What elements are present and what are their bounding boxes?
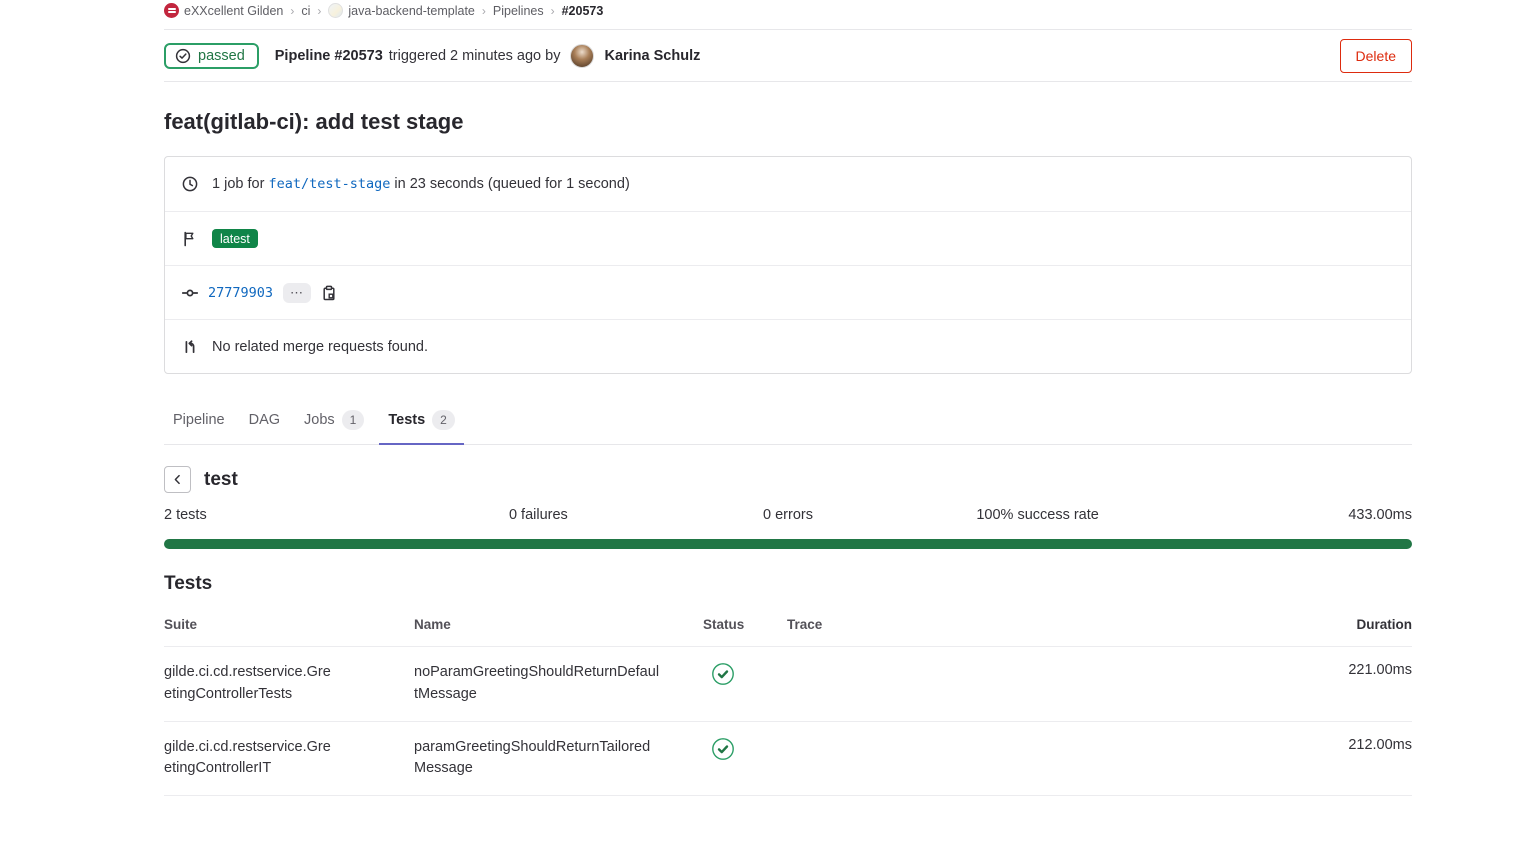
latest-badge-row: latest: [165, 211, 1411, 265]
test-status-passed: [703, 737, 787, 761]
tab-jobs-count-badge: 1: [342, 410, 365, 430]
merge-request-row: No related merge requests found.: [165, 319, 1411, 373]
clipboard-icon: [321, 285, 337, 301]
project-avatar: [328, 3, 343, 18]
commit-icon: [182, 285, 198, 301]
page-title: feat(gitlab-ci): add test stage: [164, 109, 1412, 135]
test-group-title: test: [204, 469, 238, 491]
breadcrumb-pipeline-id: #20573: [562, 4, 604, 18]
pipeline-status-badge[interactable]: passed: [164, 43, 259, 69]
success-rate-bar: [164, 539, 1412, 549]
branch-link[interactable]: feat/test-stage: [268, 176, 390, 192]
trigger-text: triggered 2 minutes ago by: [389, 48, 561, 64]
test-status-passed: [703, 662, 787, 686]
commit-message-toggle-button[interactable]: ⋯: [283, 283, 311, 303]
column-header-suite: Suite: [164, 617, 414, 632]
chevron-left-icon: [171, 473, 184, 486]
copy-commit-sha-button[interactable]: [321, 285, 337, 301]
job-summary-text: 1 job for feat/test-stage in 23 seconds …: [212, 176, 630, 192]
test-summary: 2 tests 0 failures 0 errors 100% success…: [164, 507, 1412, 523]
pipeline-tabs: Pipeline DAG Jobs 1 Tests 2: [164, 399, 1412, 445]
test-duration: 221.00ms: [1282, 662, 1412, 678]
tab-dag[interactable]: DAG: [240, 399, 289, 445]
tab-jobs-label: Jobs: [304, 412, 335, 428]
breadcrumb-project-link[interactable]: java-backend-template: [348, 4, 474, 18]
job-count-text: 1 job for: [212, 176, 264, 192]
column-header-trace: Trace: [787, 617, 1282, 632]
summary-tests: 2 tests: [164, 507, 414, 523]
test-name: paramGreetingShouldReturnTailoredMessage: [414, 737, 660, 781]
breadcrumb-separator: ›: [290, 4, 294, 18]
delete-button[interactable]: Delete: [1340, 39, 1412, 73]
test-group-header: test: [164, 466, 1412, 493]
merge-request-icon: [182, 339, 198, 355]
clock-icon: [182, 176, 198, 192]
tab-tests-count-badge: 2: [432, 410, 455, 430]
flag-icon: [182, 231, 198, 247]
breadcrumb-pipelines-link[interactable]: Pipelines: [493, 4, 544, 18]
latest-badge[interactable]: latest: [212, 229, 258, 248]
breadcrumb: eXXcellent Gilden › ci › java-backend-te…: [164, 0, 1412, 30]
tab-tests-label: Tests: [388, 412, 425, 428]
tab-tests[interactable]: Tests 2: [379, 399, 464, 445]
test-duration: 212.00ms: [1282, 737, 1412, 753]
tab-pipeline[interactable]: Pipeline: [164, 399, 234, 445]
job-duration-text: in 23 seconds (queued for 1 second): [394, 176, 629, 192]
summary-success-rate: 100% success rate: [913, 507, 1163, 523]
pipeline-info-card: 1 job for feat/test-stage in 23 seconds …: [164, 156, 1412, 374]
job-summary-row: 1 job for feat/test-stage in 23 seconds …: [165, 157, 1411, 211]
tab-dag-label: DAG: [249, 412, 280, 428]
breadcrumb-separator: ›: [317, 4, 321, 18]
column-header-duration: Duration: [1282, 617, 1412, 632]
tests-section-title: Tests: [164, 573, 1412, 595]
test-suite: gilde.ci.cd.restservice.GreetingControll…: [164, 737, 336, 781]
test-suite: gilde.ci.cd.restservice.GreetingControll…: [164, 662, 336, 706]
table-row: gilde.ci.cd.restservice.GreetingControll…: [164, 722, 1412, 797]
commit-sha-link[interactable]: 27779903: [208, 285, 273, 301]
merge-request-text: No related merge requests found.: [212, 339, 428, 355]
pipeline-page: eXXcellent Gilden › ci › java-backend-te…: [164, 0, 1412, 796]
tab-jobs[interactable]: Jobs 1: [295, 399, 373, 445]
summary-failures: 0 failures: [414, 507, 664, 523]
breadcrumb-ci-link[interactable]: ci: [301, 4, 310, 18]
status-check-icon: [711, 662, 735, 686]
breadcrumb-separator: ›: [551, 4, 555, 18]
summary-errors: 0 errors: [663, 507, 913, 523]
table-row: gilde.ci.cd.restservice.GreetingControll…: [164, 647, 1412, 722]
breadcrumb-separator: ›: [482, 4, 486, 18]
breadcrumb-org-link[interactable]: eXXcellent Gilden: [184, 4, 283, 18]
tests-table-header: Suite Name Status Trace Duration: [164, 605, 1412, 647]
pipeline-trigger-info: Pipeline #20573 triggered 2 minutes ago …: [275, 44, 701, 68]
status-check-icon: [711, 737, 735, 761]
test-name: noParamGreetingShouldReturnDefaultMessag…: [414, 662, 660, 706]
user-name[interactable]: Karina Schulz: [604, 48, 700, 64]
tab-pipeline-label: Pipeline: [173, 412, 225, 428]
status-badge-label: passed: [198, 48, 245, 64]
user-avatar[interactable]: [570, 44, 594, 68]
org-avatar: [164, 3, 179, 18]
check-circle-icon: [175, 48, 191, 64]
pipeline-number: Pipeline #20573: [275, 48, 383, 64]
tests-table: Suite Name Status Trace Duration gilde.c…: [164, 605, 1412, 796]
summary-duration: 433.00ms: [1162, 507, 1412, 523]
column-header-status: Status: [703, 617, 787, 632]
pipeline-status-bar: passed Pipeline #20573 triggered 2 minut…: [164, 30, 1412, 82]
column-header-name: Name: [414, 617, 703, 632]
breadcrumb-project[interactable]: java-backend-template: [328, 3, 474, 18]
breadcrumb-group[interactable]: eXXcellent Gilden: [164, 3, 283, 18]
commit-row: 27779903 ⋯: [165, 265, 1411, 319]
back-button[interactable]: [164, 466, 191, 493]
